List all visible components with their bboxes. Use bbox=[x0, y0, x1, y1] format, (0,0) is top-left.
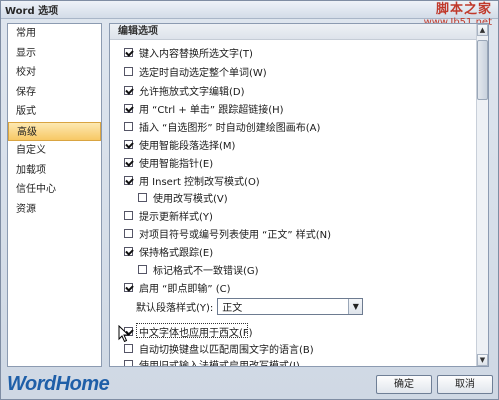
option-label: 插入 “自选图形” 时自动创建绘图画布(A) bbox=[139, 122, 321, 134]
checkbox[interactable] bbox=[124, 157, 133, 167]
option-insert-key-overtype[interactable]: 用 Insert 控制改写模式(O) bbox=[124, 172, 260, 188]
checkbox[interactable] bbox=[124, 103, 133, 113]
arrow-up-icon[interactable]: ▲ bbox=[477, 24, 488, 36]
checkbox[interactable] bbox=[124, 175, 133, 185]
option-keep-track-formatting[interactable]: 保持格式跟踪(E) bbox=[124, 243, 213, 259]
option-legacy-ime-overtype[interactable]: 使用旧式输入法模式启用改写模式(I) bbox=[124, 356, 300, 367]
option-normal-style-for-lists[interactable]: 对项目符号或编号列表使用 “正文” 样式(N) bbox=[124, 225, 331, 241]
dialog-title: Word 选项 bbox=[5, 6, 59, 17]
word-options-dialog: Word 选项 脚本之家 www.Jb51.net 常用 显示 校对 保存 版式… bbox=[0, 0, 499, 400]
option-label: 使用旧式输入法模式启用改写模式(I) bbox=[139, 360, 300, 367]
sidebar-item-proofing[interactable]: 校对 bbox=[8, 63, 101, 83]
default-paragraph-style-select[interactable]: 正文 ▼ bbox=[217, 297, 364, 315]
option-label: 用 Insert 控制改写模式(O) bbox=[139, 176, 260, 188]
scroll-thumb[interactable] bbox=[477, 40, 488, 100]
option-auto-switch-keyboard[interactable]: 自动切换键盘以匹配周围文字的语言(B) bbox=[124, 340, 314, 356]
option-typing-replaces-selection[interactable]: 键入内容替换所选文字(T) bbox=[124, 44, 253, 60]
checkbox[interactable] bbox=[124, 66, 133, 76]
sidebar-item-addins[interactable]: 加载项 bbox=[8, 161, 101, 181]
option-mark-formatting-inconsistencies[interactable]: 标记格式不一致错误(G) bbox=[138, 261, 259, 277]
checkbox[interactable] bbox=[124, 139, 133, 149]
default-paragraph-style-label: 默认段落样式(Y): bbox=[136, 302, 214, 314]
checkbox[interactable] bbox=[138, 264, 147, 274]
sidebar-item-typography[interactable]: 版式 bbox=[8, 102, 101, 122]
sidebar-item-resources[interactable]: 资源 bbox=[8, 200, 101, 220]
option-label: 使用智能指针(E) bbox=[139, 158, 214, 170]
option-label: 使用改写模式(V) bbox=[153, 193, 228, 205]
option-label: 对项目符号或编号列表使用 “正文” 样式(N) bbox=[139, 229, 332, 241]
option-label: 允许拖放式文字编辑(D) bbox=[139, 86, 245, 98]
option-label: 标记格式不一致错误(G) bbox=[153, 265, 259, 277]
option-drag-and-drop[interactable]: 允许拖放式文字编辑(D) bbox=[124, 82, 245, 98]
section-title: 编辑选项 bbox=[110, 24, 488, 40]
sidebar-item-customize[interactable]: 自定义 bbox=[8, 141, 101, 161]
wordhome-logo: WordHome bbox=[7, 373, 110, 395]
option-label: 键入内容替换所选文字(T) bbox=[139, 48, 253, 60]
checkbox[interactable] bbox=[124, 359, 133, 366]
checkbox[interactable] bbox=[124, 121, 133, 131]
option-smart-cursoring[interactable]: 使用智能指针(E) bbox=[124, 154, 213, 170]
option-label: 自动切换键盘以匹配周围文字的语言(B) bbox=[139, 344, 314, 356]
checkbox[interactable] bbox=[124, 47, 133, 57]
option-label: 使用智能段落选择(M) bbox=[139, 140, 236, 152]
option-label: 保持格式跟踪(E) bbox=[139, 247, 214, 259]
sidebar-item-trust-center[interactable]: 信任中心 bbox=[8, 180, 101, 200]
arrow-down-icon[interactable]: ▼ bbox=[477, 354, 488, 366]
vertical-scrollbar[interactable]: ▲ ▼ bbox=[476, 24, 488, 366]
sidebar-item-common[interactable]: 常用 bbox=[8, 24, 101, 44]
default-paragraph-style-row: 默认段落样式(Y): 正文 ▼ bbox=[136, 297, 364, 315]
option-label: 选定时自动选定整个单词(W) bbox=[139, 67, 267, 79]
chevron-down-icon[interactable]: ▼ bbox=[348, 298, 363, 314]
focus-outline bbox=[136, 323, 248, 338]
option-click-and-type[interactable]: 启用 “即点即输” (C) bbox=[124, 279, 231, 295]
ok-button[interactable]: 确定 bbox=[376, 375, 432, 394]
cancel-button[interactable]: 取消 bbox=[437, 375, 493, 394]
sidebar-item-display[interactable]: 显示 bbox=[8, 44, 101, 64]
option-label: 提示更新样式(Y) bbox=[139, 211, 213, 223]
checkbox[interactable] bbox=[138, 192, 147, 202]
checkbox[interactable] bbox=[124, 343, 133, 353]
option-ctrl-click-hyperlink[interactable]: 用 “Ctrl + 单击” 跟踪超链接(H) bbox=[124, 100, 284, 116]
checkbox[interactable] bbox=[124, 85, 133, 95]
watermark-site-name: 脚本之家 bbox=[435, 2, 492, 17]
checkbox[interactable] bbox=[124, 210, 133, 220]
option-drawing-canvas[interactable]: 插入 “自选图形” 时自动创建绘图画布(A) bbox=[124, 118, 320, 134]
checkbox[interactable] bbox=[124, 246, 133, 256]
options-panel: 编辑选项 键入内容替换所选文字(T) 选定时自动选定整个单词(W) 允许拖放式文… bbox=[109, 23, 489, 367]
option-label: 启用 “即点即输” (C) bbox=[139, 283, 231, 295]
option-select-entire-word[interactable]: 选定时自动选定整个单词(W) bbox=[124, 63, 267, 79]
category-sidebar: 常用 显示 校对 保存 版式 高级 自定义 加载项 信任中心 资源 bbox=[7, 23, 102, 367]
option-smart-paragraph-selection[interactable]: 使用智能段落选择(M) bbox=[124, 136, 235, 152]
option-use-overtype-mode[interactable]: 使用改写模式(V) bbox=[138, 189, 228, 205]
option-prompt-update-style[interactable]: 提示更新样式(Y) bbox=[124, 207, 213, 223]
select-value: 正文 bbox=[222, 302, 243, 314]
checkbox[interactable] bbox=[124, 228, 133, 238]
sidebar-item-advanced[interactable]: 高级 bbox=[8, 121, 101, 141]
sidebar-item-save[interactable]: 保存 bbox=[8, 83, 101, 103]
option-label: 用 “Ctrl + 单击” 跟踪超链接(H) bbox=[139, 104, 284, 116]
checkbox[interactable] bbox=[124, 282, 133, 292]
